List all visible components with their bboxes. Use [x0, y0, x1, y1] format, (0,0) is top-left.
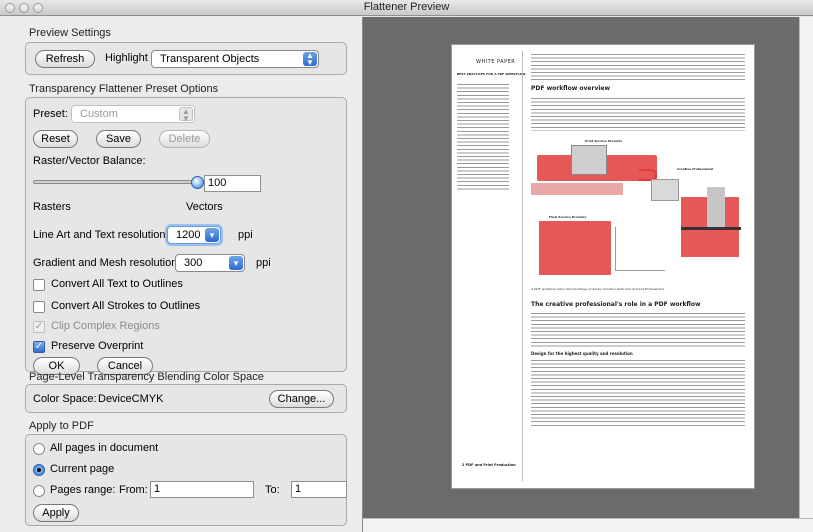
page-section-heading: The creative professional's role in a PD… [531, 301, 701, 308]
to-field[interactable]: 1 [291, 481, 347, 498]
preview-settings-group: Refresh Highlight Transparent Objects ▲ ▼ [25, 42, 347, 75]
page-text-block [531, 53, 745, 80]
convert-text-label[interactable]: Convert All Text to Outlines [51, 278, 183, 290]
select-arrows-icon: ▲ ▼ [179, 107, 193, 123]
clip-regions-label[interactable]: Clip Complex Regions [51, 320, 160, 332]
window-title: Flattener Preview [363, 1, 450, 13]
gradient-unit: ppi [256, 257, 271, 269]
page-footer: 2 PDF and Print Production [462, 463, 516, 467]
vertical-scrollbar[interactable] [799, 17, 813, 532]
clip-regions-checkbox[interactable]: ✓ [33, 321, 45, 333]
page-subheading: Design for the highest quality and resol… [531, 351, 633, 356]
page-caption: A PDF workflow takes full advantage of A… [531, 287, 665, 291]
page-text-block [531, 97, 745, 131]
preset-select-value: Custom [80, 108, 118, 120]
blending-title: Page-Level Transparency Blending Color S… [29, 371, 264, 383]
preset-select[interactable]: Custom ▲ ▼ [71, 105, 195, 123]
workflow-illustration: Print Service Provider Creative Professi… [531, 137, 745, 283]
preview-page: WHITE PAPER BEST PRACTICES FOR A PDF WOR… [451, 44, 755, 489]
apply-group: All pages in document Current page Pages… [25, 434, 347, 526]
all-pages-radio[interactable] [33, 443, 45, 455]
vectors-label: Vectors [186, 201, 223, 213]
raster-vector-slider-knob[interactable] [191, 176, 204, 189]
line-art-unit: ppi [238, 229, 253, 241]
from-label: From: [119, 484, 148, 496]
preview-area[interactable]: WHITE PAPER BEST PRACTICES FOR A PDF WOR… [362, 17, 813, 532]
line-art-resolution-combo[interactable]: 1200 ▾ [167, 226, 221, 244]
person-graphic [707, 187, 725, 227]
current-page-label[interactable]: Current page [50, 463, 114, 475]
convert-strokes-checkbox[interactable] [33, 301, 45, 313]
select-arrows-icon: ▲ ▼ [303, 52, 317, 67]
highlight-label: Highlight [105, 52, 148, 64]
delete-button[interactable]: Delete [159, 130, 210, 148]
page-text-block [531, 359, 745, 427]
highlight-region [539, 221, 611, 275]
step3-label: Final Service Provider [549, 215, 587, 219]
preserve-overprint-label[interactable]: Preserve Overprint [51, 340, 143, 352]
color-space-value: DeviceCMYK [98, 393, 164, 405]
all-pages-label[interactable]: All pages in document [50, 442, 158, 454]
apply-button[interactable]: Apply [33, 504, 79, 522]
gradient-resolution-value: 300 [184, 257, 203, 269]
reset-button[interactable]: Reset [33, 130, 78, 148]
highlight-region [531, 183, 623, 195]
highlight-select-value: Transparent Objects [160, 53, 260, 65]
step2-label: Creative Professional [677, 167, 714, 171]
page-text-block [531, 312, 745, 348]
layout-graphic [615, 227, 665, 271]
blending-group: Color Space: DeviceCMYK Change... [25, 384, 347, 413]
horizontal-scrollbar[interactable] [363, 518, 813, 532]
preset-options-title: Transparency Flattener Preset Options [29, 83, 219, 95]
preset-label: Preset: [33, 108, 68, 120]
step1-label: Print Service Provider [585, 139, 623, 143]
monitor-graphic [651, 179, 679, 201]
line-art-resolution-label: Line Art and Text resolution: [33, 229, 169, 241]
refresh-button[interactable]: Refresh [35, 50, 95, 68]
gradient-resolution-combo[interactable]: 300 ▾ [175, 254, 245, 272]
pages-range-radio[interactable] [33, 485, 45, 497]
raster-vector-slider-track[interactable] [33, 180, 197, 184]
line-art-resolution-value: 1200 [176, 229, 201, 241]
raster-vector-balance-label: Raster/Vector Balance: [33, 155, 146, 167]
page-side-heading: WHITE PAPER [476, 59, 516, 65]
page-section-heading: PDF workflow overview [531, 85, 611, 92]
preset-options-group: Preset: Custom ▲ ▼ Reset Save Delete Rast… [25, 97, 347, 375]
apply-title: Apply to PDF [29, 420, 94, 432]
settings-panel: Preview Settings Refresh Highlight Trans… [0, 17, 362, 532]
preview-settings-title: Preview Settings [29, 27, 111, 39]
page-side-subheading: BEST PRACTICES FOR A PDF WORKFLOW [457, 72, 526, 76]
raster-vector-balance-field[interactable]: 100 [204, 175, 261, 192]
printer-graphic [571, 145, 607, 175]
convert-text-checkbox[interactable] [33, 279, 45, 291]
save-button[interactable]: Save [96, 130, 141, 148]
title-bar: Flattener Preview [0, 0, 813, 16]
change-button[interactable]: Change... [269, 390, 334, 408]
gradient-resolution-label: Gradient and Mesh resolution: [33, 257, 181, 269]
to-label: To: [265, 484, 280, 496]
color-space-label: Color Space: [33, 393, 97, 405]
convert-strokes-label[interactable]: Convert All Strokes to Outlines [51, 300, 200, 312]
rasters-label: Rasters [33, 201, 71, 213]
preserve-overprint-checkbox[interactable]: ✓ [33, 341, 45, 353]
highlight-select[interactable]: Transparent Objects ▲ ▼ [151, 50, 319, 68]
page-column-divider [522, 51, 523, 481]
pages-range-label[interactable]: Pages range: [50, 484, 115, 496]
chevron-down-icon: ▾ [205, 228, 219, 242]
from-field[interactable]: 1 [150, 481, 254, 498]
page-side-text [457, 83, 509, 191]
current-page-radio[interactable] [33, 464, 45, 476]
desk-graphic [681, 227, 741, 230]
chevron-down-icon: ▾ [229, 256, 243, 270]
